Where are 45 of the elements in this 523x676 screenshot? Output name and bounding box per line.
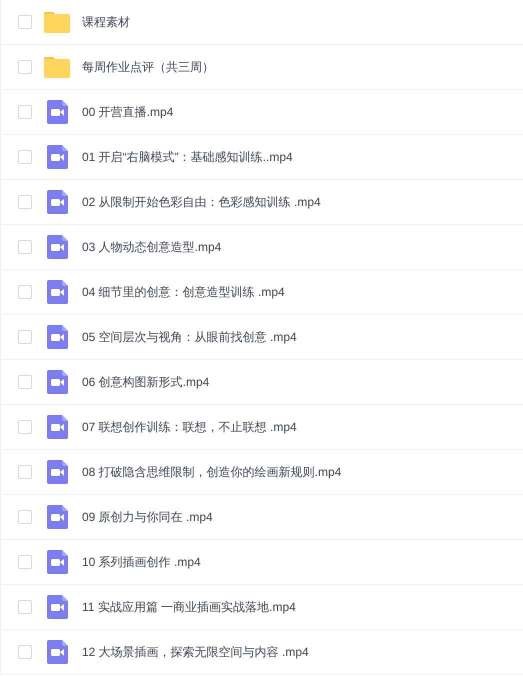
checkbox[interactable] — [18, 240, 32, 254]
checkbox[interactable] — [18, 285, 32, 299]
file-name[interactable]: 01 开启“右脑模式”：基础感知训练..mp4 — [82, 148, 293, 166]
video-file-icon — [46, 145, 68, 169]
video-file-icon — [46, 370, 68, 394]
video-file-icon — [46, 235, 68, 259]
file-name[interactable]: 09 原创力与你同在 .mp4 — [82, 508, 213, 526]
video-file-icon — [46, 280, 68, 304]
file-name[interactable]: 04 细节里的创意：创意造型训练 .mp4 — [82, 283, 285, 301]
checkbox[interactable] — [18, 150, 32, 164]
video-file-icon — [46, 505, 68, 529]
file-name[interactable]: 05 空间层次与视角：从眼前找创意 .mp4 — [82, 328, 297, 346]
file-name[interactable]: 12 大场景插画，探索无限空间与内容 .mp4 — [82, 643, 309, 661]
video-file-icon — [46, 550, 68, 574]
checkbox[interactable] — [18, 645, 32, 659]
checkbox[interactable] — [18, 105, 32, 119]
checkbox[interactable] — [18, 330, 32, 344]
file-name[interactable]: 06 创意构图新形式.mp4 — [82, 373, 210, 391]
video-file-icon — [46, 460, 68, 484]
video-file-icon — [46, 325, 68, 349]
checkbox[interactable] — [18, 555, 32, 569]
file-name[interactable]: 08 打破隐含思维限制，创造你的绘画新规则.mp4 — [82, 463, 342, 481]
checkbox[interactable] — [18, 510, 32, 524]
video-file-icon — [46, 190, 68, 214]
checkbox[interactable] — [18, 15, 32, 29]
checkbox[interactable] — [18, 60, 32, 74]
file-name[interactable]: 10 系列插画创作 .mp4 — [82, 553, 201, 571]
file-name[interactable]: 11 实战应用篇 一商业插画实战落地.mp4 — [82, 598, 296, 616]
video-file-icon — [46, 595, 68, 619]
file-name[interactable]: 每周作业点评（共三周） — [82, 58, 214, 76]
video-file-icon — [46, 100, 68, 124]
file-name[interactable]: 03 人物动态创意造型.mp4 — [82, 238, 222, 256]
video-file-icon — [46, 640, 68, 664]
checkbox[interactable] — [18, 600, 32, 614]
checkbox[interactable] — [18, 465, 32, 479]
file-name[interactable]: 02 从限制开始色彩自由：色彩感知训练 .mp4 — [82, 193, 321, 211]
checkbox[interactable] — [18, 375, 32, 389]
file-name[interactable]: 00 开营直播.mp4 — [82, 103, 174, 121]
file-name[interactable]: 07 联想创作训练：联想，不止联想 .mp4 — [82, 418, 297, 436]
video-file-icon — [46, 415, 68, 439]
file-name[interactable]: 课程素材 — [82, 13, 130, 31]
folder-icon — [44, 56, 70, 78]
folder-icon — [44, 12, 70, 32]
checkbox[interactable] — [18, 195, 32, 209]
checkbox[interactable] — [18, 420, 32, 434]
